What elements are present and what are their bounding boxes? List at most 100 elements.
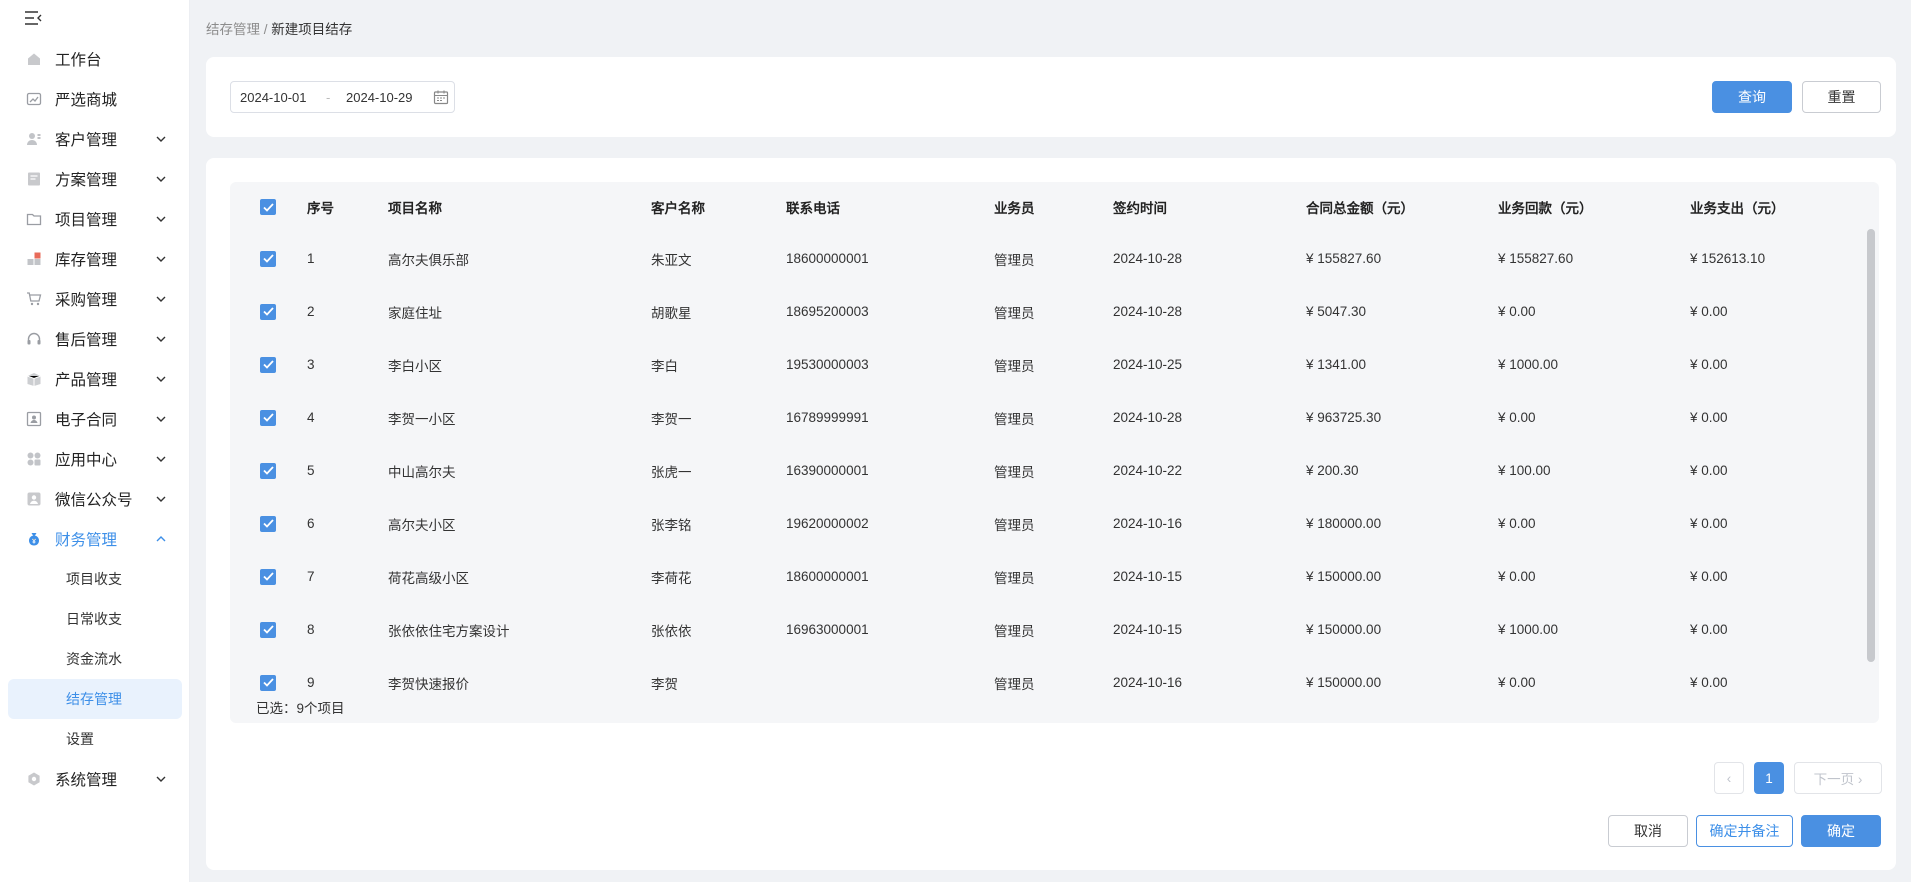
table-cell: 张依依住宅方案设计 [388, 623, 510, 639]
sidebar-item[interactable]: 项目管理 [8, 201, 182, 237]
table-row[interactable]: 1 高尔夫俱乐部 朱亚文 18600000001 管理员 2024-10-28 ¥ 1558… [230, 232, 1879, 285]
sidebar-item[interactable]: 采购管理 [8, 281, 182, 317]
sidebar-subitem[interactable]: 资金流水 [8, 639, 182, 679]
row-checkbox[interactable] [260, 603, 276, 656]
chevron-down-icon[interactable] [154, 132, 168, 146]
sidebar-item[interactable]: 客户管理 [8, 121, 182, 157]
row-checkbox[interactable] [260, 338, 276, 391]
table-cell: 家庭住址 [388, 305, 442, 321]
sidebar-item[interactable]: 库存管理 [8, 241, 182, 277]
check-icon[interactable] [260, 303, 276, 320]
chevron-down-icon[interactable] [154, 252, 168, 266]
query-button[interactable]: 查询 [1712, 81, 1792, 113]
chevron-down-icon[interactable] [154, 452, 168, 466]
chevron-up-icon[interactable] [154, 532, 168, 546]
table-cell: 高尔夫小区 [388, 517, 456, 533]
sidebar-item[interactable]: 电子合同 [8, 401, 182, 437]
collapse-menu-icon[interactable] [24, 10, 46, 28]
table-cell: 李贺快速报价 [388, 676, 469, 692]
sidebar-item[interactable]: 工作台 [8, 41, 182, 77]
date-range-picker[interactable]: 2024-10-01 - 2024-10-29 [230, 81, 455, 113]
contract-icon [25, 410, 43, 428]
table-cell: 管理员 [994, 570, 1035, 586]
table-cell: ¥ 155827.60 [1498, 251, 1574, 266]
chevron-down-icon[interactable] [154, 772, 168, 786]
sidebar-subitem[interactable]: 设置 [8, 719, 182, 759]
breadcrumb: 结存管理 / 新建项目结存 [206, 18, 352, 38]
table-row[interactable]: 3 李白小区 李白 19530000003 管理员 2024-10-25 ¥ 1341.00… [230, 338, 1879, 391]
breadcrumb-current: 新建项目结存 [271, 22, 353, 37]
table-row[interactable]: 9 李贺快速报价 李贺 管理员 2024-10-16 ¥ 150000.00 ¥ 0.00 ¥… [230, 656, 1879, 695]
cart-icon [25, 290, 43, 308]
date-start-input[interactable]: 2024-10-01 [240, 90, 326, 105]
check-icon[interactable] [260, 356, 276, 373]
sidebar-item[interactable]: 财务管理 [8, 521, 182, 557]
date-end-input[interactable]: 2024-10-29 [346, 90, 432, 105]
confirm-button[interactable]: 确定 [1801, 815, 1881, 847]
table-scrollbar[interactable] [1867, 229, 1875, 662]
chevron-down-icon[interactable] [154, 332, 168, 346]
chevron-down-icon[interactable] [154, 412, 168, 426]
sidebar-item[interactable]: 方案管理 [8, 161, 182, 197]
sidebar-item[interactable]: 微信公众号 [8, 481, 182, 517]
check-icon[interactable] [260, 250, 276, 267]
table-row[interactable]: 5 中山高尔夫 张虎一 16390000001 管理员 2024-10-22 ¥ 200.3… [230, 444, 1879, 497]
chevron-down-icon[interactable] [154, 212, 168, 226]
chevron-down-icon[interactable] [154, 292, 168, 306]
reset-button[interactable]: 重置 [1802, 81, 1881, 113]
chevron-down-icon[interactable] [154, 492, 168, 506]
row-checkbox[interactable] [260, 285, 276, 338]
sidebar-subitem[interactable]: 结存管理 [8, 679, 182, 719]
sidebar-subitem[interactable]: 项目收支 [8, 559, 182, 599]
table-cell: 李荷花 [651, 570, 692, 586]
sidebar-item[interactable]: 严选商城 [8, 81, 182, 117]
table-row[interactable]: 2 家庭住址 胡歌星 18695200003 管理员 2024-10-28 ¥ 5047.3… [230, 285, 1879, 338]
check-icon[interactable] [260, 515, 276, 532]
date-separator: - [326, 89, 331, 105]
sidebar-item[interactable]: 应用中心 [8, 441, 182, 477]
table-row[interactable]: 7 荷花高级小区 李荷花 18600000001 管理员 2024-10-15 ¥ 1500… [230, 550, 1879, 603]
breadcrumb-parent[interactable]: 结存管理 [206, 22, 260, 37]
check-icon[interactable] [260, 462, 276, 479]
table-cell: 2024-10-15 [1113, 569, 1183, 584]
row-checkbox[interactable] [260, 656, 276, 695]
pager-prev-button[interactable]: ‹ [1714, 762, 1744, 794]
sidebar-item[interactable]: 售后管理 [8, 321, 182, 357]
table-cell: 16789999991 [786, 410, 869, 425]
sidebar-subitem[interactable]: 日常收支 [8, 599, 182, 639]
inventory-icon [25, 250, 43, 268]
row-checkbox[interactable] [260, 550, 276, 603]
check-icon[interactable] [260, 621, 276, 638]
select-all-checkbox[interactable] [260, 182, 276, 232]
table-cell: ¥ 0.00 [1690, 304, 1728, 319]
chevron-down-icon[interactable] [154, 372, 168, 386]
table-cell: 16390000001 [786, 463, 869, 478]
row-checkbox[interactable] [260, 391, 276, 444]
calendar-icon[interactable] [432, 88, 450, 106]
row-checkbox[interactable] [260, 232, 276, 285]
check-icon[interactable] [260, 409, 276, 426]
table-cell: 2024-10-28 [1113, 410, 1183, 425]
sidebar-item[interactable]: 产品管理 [8, 361, 182, 397]
table-cell: 李白小区 [388, 358, 442, 374]
cancel-button[interactable]: 取消 [1608, 815, 1688, 847]
table-cell: 6 [307, 516, 315, 531]
check-icon[interactable] [260, 674, 276, 691]
pager-next-button[interactable]: 下一页 › [1794, 762, 1882, 794]
sidebar-item[interactable]: 系统管理 [8, 761, 182, 797]
check-icon[interactable] [260, 199, 276, 215]
table-row[interactable]: 4 李贺一小区 李贺一 16789999991 管理员 2024-10-28 ¥ 96372… [230, 391, 1879, 444]
table-cell: 李贺 [651, 676, 678, 692]
pager-page-current[interactable]: 1 [1754, 762, 1784, 794]
table-scrollbar-thumb[interactable] [1867, 229, 1875, 662]
table-row[interactable]: 8 张依依住宅方案设计 张依依 16963000001 管理员 2024-10-15 ¥ 1… [230, 603, 1879, 656]
confirm-and-note-button[interactable]: 确定并备注 [1696, 815, 1793, 847]
row-checkbox[interactable] [260, 444, 276, 497]
column-header: 业务支出（元） [1690, 201, 1785, 216]
check-icon[interactable] [260, 568, 276, 585]
table-row[interactable]: 6 高尔夫小区 张李铭 19620000002 管理员 2024-10-16 ¥ 18000… [230, 497, 1879, 550]
chevron-down-icon[interactable] [154, 172, 168, 186]
table-cell: 管理员 [994, 305, 1035, 321]
table-cell: 管理员 [994, 676, 1035, 692]
row-checkbox[interactable] [260, 497, 276, 550]
